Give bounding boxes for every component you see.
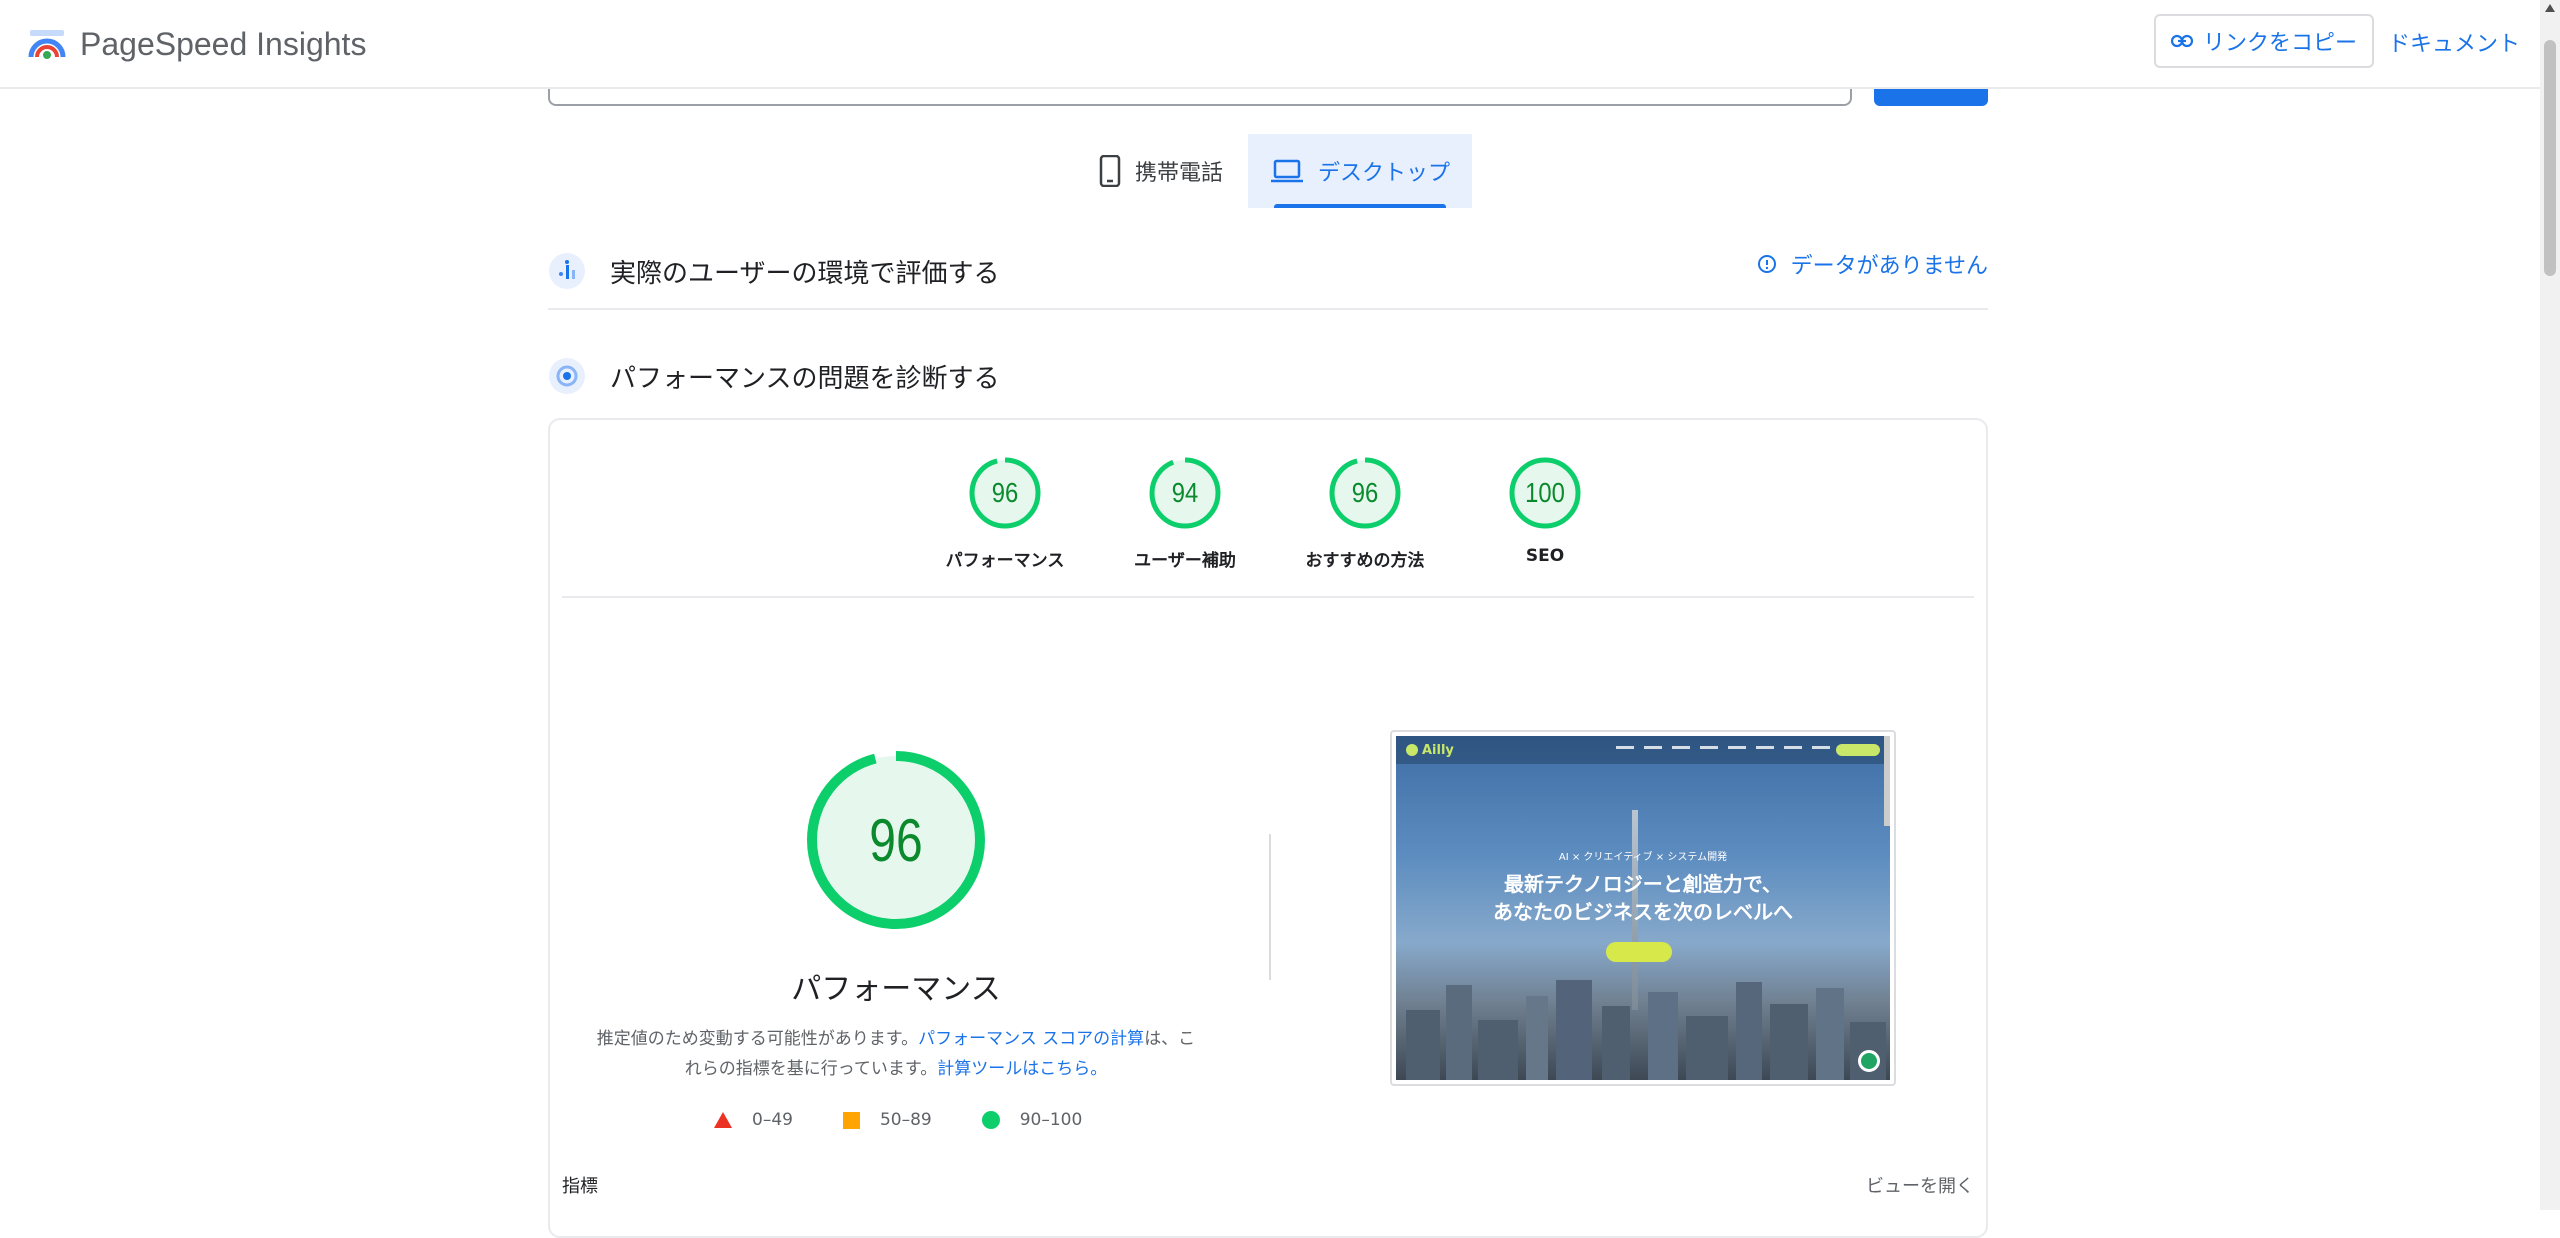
performance-score: 96 (869, 806, 923, 874)
docs-link[interactable]: ドキュメント (2388, 26, 2520, 58)
tab-desktop[interactable]: デスクトップ (1248, 134, 1472, 208)
score-calc-link[interactable]: パフォーマンス スコアの計算 (918, 1029, 1144, 1049)
final-screenshot[interactable]: Ailly AI × クリエイティブ × システム開発 最新テクノロジーと創造力… (1390, 730, 1896, 1086)
legend-average: 50–89 (842, 1110, 932, 1130)
screenshot-headline: 最新テクノロジーと創造力で、 あなたのビジネスを次のレベルへ (1493, 872, 1793, 924)
divider (562, 596, 1974, 598)
expand-view-toggle[interactable]: ビューを開く (1866, 1172, 1974, 1198)
screenshot-button (1606, 942, 1672, 962)
tab-mobile[interactable]: 携帯電話 (1076, 134, 1246, 208)
screenshot-scrollbar (1884, 736, 1890, 826)
gauge-ring: 100 (1508, 456, 1582, 530)
gauge-seo[interactable]: 100 SEO (1455, 456, 1635, 566)
category-gauges: 96 パフォーマンス 94 ユーザー補助 96 おすすめの方法 100 SEO (550, 420, 1986, 600)
link-icon (2170, 34, 2193, 48)
calculator-link[interactable]: 計算ツールはこちら。 (937, 1059, 1107, 1079)
legend-fail: 0–49 (714, 1110, 793, 1130)
mobile-phone-icon (1099, 155, 1121, 187)
chat-badge-icon (1858, 1050, 1880, 1072)
city-skyline (1396, 970, 1890, 1080)
tab-selected-indicator (1274, 204, 1446, 208)
gauge-score: 96 (991, 477, 1019, 508)
pagespeed-logo-icon (28, 30, 66, 59)
lab-data-title: パフォーマンスの問題を診断する (610, 363, 1000, 394)
brand-name: PageSpeed Insights (80, 25, 367, 62)
info-icon (1757, 255, 1776, 273)
vertical-divider (1269, 834, 1271, 980)
gauge-best-practices[interactable]: 96 おすすめの方法 (1275, 456, 1455, 571)
copy-link-button[interactable]: リンクをコピー (2154, 14, 2374, 68)
gauge-accessibility[interactable]: 94 ユーザー補助 (1095, 456, 1275, 571)
scroll-thumb[interactable] (2544, 40, 2556, 276)
report-card: 96 パフォーマンス 94 ユーザー補助 96 おすすめの方法 100 SEO … (548, 418, 1988, 1238)
tab-desktop-label: デスクトップ (1317, 161, 1450, 186)
screenshot-menu (1616, 746, 1830, 749)
desc-text-1: 推定値のため変動する可能性があります。 (596, 1029, 919, 1049)
gauge-label: ユーザー補助 (1134, 551, 1236, 571)
gauge-ring: 96 (1328, 456, 1402, 530)
circle-icon (981, 1111, 1000, 1129)
gauge-ring: 96 (968, 456, 1042, 530)
no-data-link[interactable]: データがありません (1757, 248, 1988, 280)
screenshot-logo: Ailly (1406, 743, 1454, 758)
performance-description: 推定値のため変動する可能性があります。パフォーマンス スコアの計算は、これらの指… (590, 1024, 1202, 1084)
gauge-performance[interactable]: 96 パフォーマンス (915, 456, 1095, 571)
legend-pass: 90–100 (981, 1110, 1083, 1130)
page-scrollbar[interactable] (2540, 0, 2560, 1210)
gauge-score: 94 (1171, 477, 1199, 508)
score-legend: 0–49 50–89 90–100 (714, 1110, 1132, 1130)
metrics-title: 指標 (562, 1176, 598, 1197)
legend-range: 0–49 (752, 1110, 793, 1130)
gauge-label: SEO (1525, 546, 1565, 566)
gauge-score: 96 (1351, 477, 1379, 508)
screenshot-cta (1836, 744, 1880, 756)
square-icon (842, 1111, 860, 1129)
copy-link-label: リンクをコピー (2202, 31, 2357, 56)
tab-mobile-label: 携帯電話 (1134, 161, 1223, 186)
performance-label: パフォーマンス (791, 972, 1001, 1007)
screenshot-subtitle: AI × クリエイティブ × システム開発 (1558, 852, 1728, 863)
field-data-section: 実際のユーザーの環境で評価する データがありません (548, 234, 1988, 310)
laptop-icon (1270, 159, 1303, 183)
gauge-ring: 94 (1148, 456, 1222, 530)
legend-range: 50–89 (879, 1110, 932, 1130)
legend-range: 90–100 (1019, 1110, 1083, 1130)
gauge-label: おすすめの方法 (1305, 551, 1425, 571)
no-data-label: データがありません (1790, 254, 1988, 279)
gauge-score: 100 (1525, 477, 1565, 508)
diagnose-icon (549, 358, 585, 394)
screenshot-nav: Ailly (1396, 736, 1890, 764)
lab-data-section: パフォーマンスの問題を診断する (548, 346, 1988, 406)
top-app-bar: PageSpeed Insights リンクをコピー ドキュメント (0, 0, 2540, 89)
gauge-label: パフォーマンス (945, 551, 1065, 571)
users-chart-icon (549, 253, 585, 289)
brand-logo[interactable]: PageSpeed Insights (28, 20, 366, 68)
triangle-icon (714, 1112, 732, 1128)
field-data-title: 実際のユーザーの環境で評価する (610, 258, 1000, 289)
screenshot-image: Ailly AI × クリエイティブ × システム開発 最新テクノロジーと創造力… (1396, 736, 1890, 1080)
scroll-up-icon[interactable] (2545, 4, 2555, 12)
metrics-header: 指標 ビューを開く (562, 1172, 1974, 1198)
